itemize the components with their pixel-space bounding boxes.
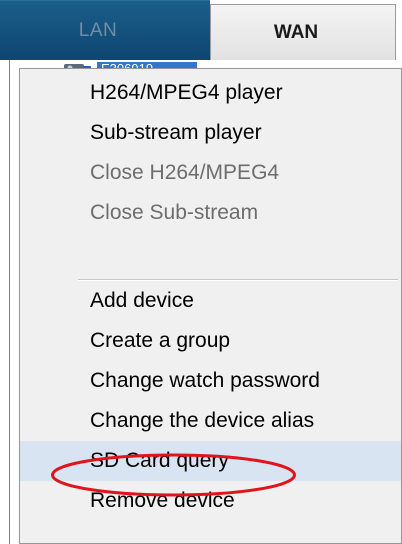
menu-item-change-watch-password[interactable]: Change watch password [20, 361, 401, 401]
menu-item-add-device[interactable]: Add device [20, 281, 401, 321]
tree-connector-line [9, 60, 10, 544]
menu-item-label: Close Sub-stream [90, 201, 259, 224]
menu-item-h264-player[interactable]: H264/MPEG4 player [20, 73, 401, 113]
menu-item-label: Sub-stream player [90, 121, 262, 144]
menu-item-label: Change watch password [90, 369, 320, 392]
tab-wan[interactable]: WAN [210, 4, 396, 60]
menu-item-label: Add device [90, 289, 194, 312]
menu-item-label: SD Card query [90, 449, 229, 472]
menu-item-close-substream: Close Sub-stream [20, 193, 401, 233]
context-menu: H264/MPEG4 player Sub-stream player Clos… [19, 68, 402, 544]
tab-lan[interactable]: LAN [0, 0, 210, 60]
menu-item-sd-card-query[interactable]: SD Card query [20, 441, 401, 481]
menu-item-label: Remove device [90, 489, 235, 512]
tab-wan-label: WAN [273, 21, 319, 43]
menu-item-label: Change the device alias [90, 409, 315, 432]
menu-item-label: Close H264/MPEG4 [90, 161, 280, 184]
menu-item-substream-player[interactable]: Sub-stream player [20, 113, 401, 153]
menu-item-label: Create a group [90, 329, 231, 352]
menu-item-close-h264: Close H264/MPEG4 [20, 153, 401, 193]
tab-lan-label: LAN [78, 19, 118, 41]
menu-item-remove-device[interactable]: Remove device [20, 481, 401, 521]
menu-item-label: H264/MPEG4 player [90, 81, 283, 104]
tab-bar: LAN WAN [0, 0, 402, 62]
menu-item-create-group[interactable]: Create a group [20, 321, 401, 361]
menu-item-change-device-alias[interactable]: Change the device alias [20, 401, 401, 441]
